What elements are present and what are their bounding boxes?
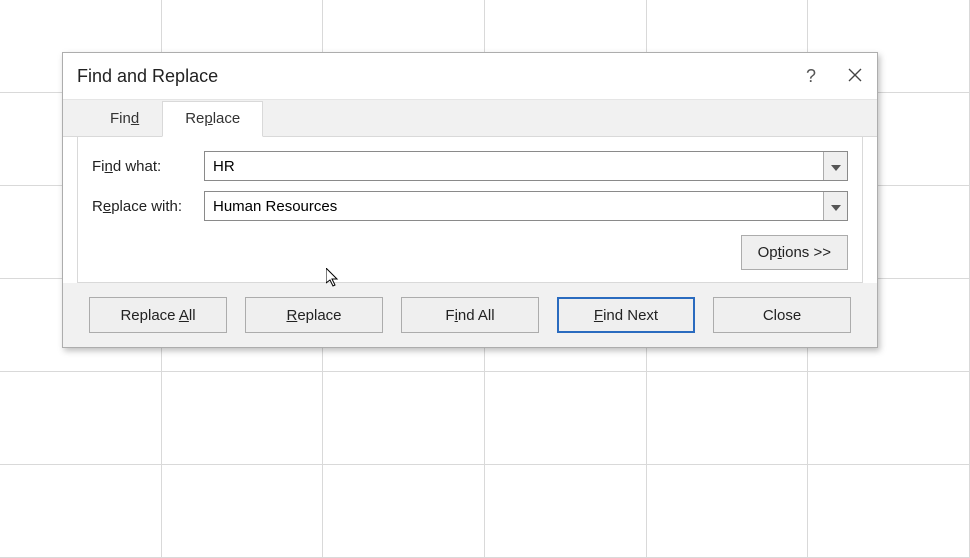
replace-with-input[interactable] bbox=[205, 192, 823, 220]
replace-with-row: Replace with: bbox=[92, 191, 848, 221]
close-icon bbox=[848, 66, 862, 87]
dialog-buttonbar: Replace All Replace Find All Find Next C… bbox=[63, 283, 877, 347]
replace-with-label: Replace with: bbox=[92, 198, 196, 215]
replace-button[interactable]: Replace bbox=[245, 297, 383, 333]
chevron-down-icon bbox=[831, 198, 841, 214]
tab-replace[interactable]: Replace bbox=[162, 101, 263, 137]
options-row: Options >> bbox=[92, 235, 848, 270]
find-what-combo bbox=[204, 151, 848, 181]
dialog-title: Find and Replace bbox=[77, 66, 789, 87]
replace-all-button[interactable]: Replace All bbox=[89, 297, 227, 333]
replace-with-combo bbox=[204, 191, 848, 221]
find-what-dropdown[interactable] bbox=[823, 152, 847, 180]
replace-with-dropdown[interactable] bbox=[823, 192, 847, 220]
find-all-button[interactable]: Find All bbox=[401, 297, 539, 333]
dialog-titlebar: Find and Replace ? bbox=[63, 53, 877, 99]
close-button[interactable]: Close bbox=[713, 297, 851, 333]
tab-strip: Find Replace bbox=[63, 99, 877, 137]
chevron-down-icon bbox=[831, 158, 841, 174]
tab-find[interactable]: Find bbox=[87, 101, 162, 136]
help-icon: ? bbox=[806, 66, 816, 87]
find-replace-dialog: Find and Replace ? Find Replace Find wha… bbox=[62, 52, 878, 348]
help-button[interactable]: ? bbox=[789, 53, 833, 99]
close-dialog-button[interactable] bbox=[833, 53, 877, 99]
find-what-input[interactable] bbox=[205, 152, 823, 180]
find-next-button[interactable]: Find Next bbox=[557, 297, 695, 333]
find-what-label: Find what: bbox=[92, 158, 196, 175]
find-what-row: Find what: bbox=[92, 151, 848, 181]
options-button[interactable]: Options >> bbox=[741, 235, 848, 270]
dialog-panel: Find what: Replace with: bbox=[77, 137, 863, 283]
